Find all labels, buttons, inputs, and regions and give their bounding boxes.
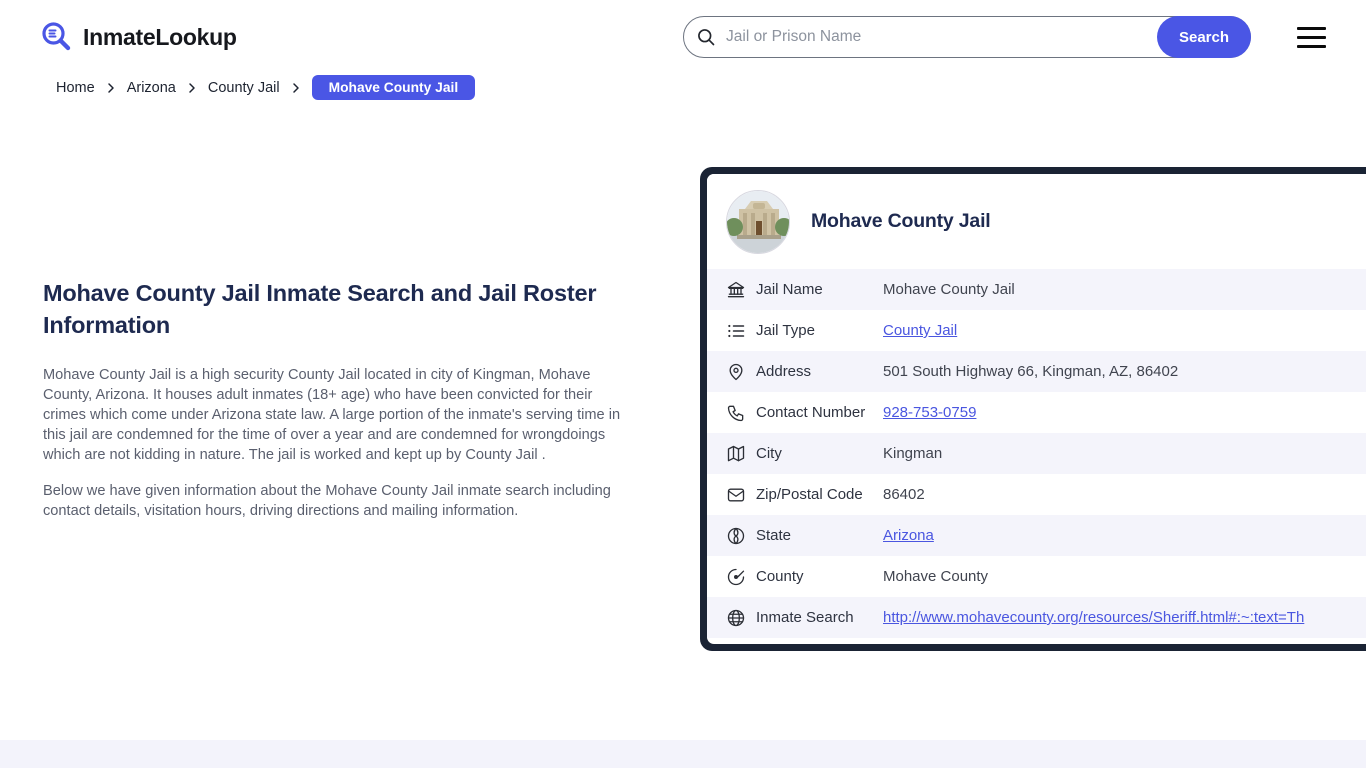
row-label: State bbox=[756, 527, 792, 544]
breadcrumb-home[interactable]: Home bbox=[56, 80, 95, 96]
breadcrumb: Home Arizona County Jail Mohave County J… bbox=[56, 75, 476, 100]
article-paragraph-1: Mohave County Jail is a high security Co… bbox=[43, 367, 621, 463]
row-label: Jail Name bbox=[756, 281, 823, 298]
row-value: Mohave County bbox=[883, 568, 989, 585]
row-label: County bbox=[756, 568, 804, 585]
jail-info-card: Mohave County Jail Jail Name Mohave Coun… bbox=[700, 167, 1366, 651]
row-value[interactable]: Arizona bbox=[883, 527, 934, 544]
map-icon bbox=[726, 444, 746, 464]
jail-card-title: Mohave County Jail bbox=[811, 210, 991, 232]
row-value: 86402 bbox=[883, 486, 925, 503]
jail-photo bbox=[726, 189, 790, 254]
menu-icon[interactable] bbox=[1297, 27, 1326, 48]
article: Mohave County Jail Inmate Search and Jai… bbox=[43, 277, 635, 537]
article-paragraph-2: Below we have given information about th… bbox=[43, 483, 611, 519]
row-value[interactable]: http://www.mohavecounty.org/resources/Sh… bbox=[883, 609, 1304, 626]
search-button[interactable]: Search bbox=[1157, 16, 1251, 58]
row-value: Kingman bbox=[883, 445, 943, 462]
row-label: Address bbox=[756, 363, 812, 380]
row-value: 501 South Highway 66, Kingman, AZ, 86402 bbox=[883, 363, 1179, 380]
table-row: City Kingman bbox=[707, 433, 1366, 474]
table-row: Contact Number 928-753-0759 bbox=[707, 392, 1366, 433]
table-row: Jail Type County Jail bbox=[707, 310, 1366, 351]
chevron-right-icon bbox=[290, 82, 302, 94]
jail-card-header: Mohave County Jail bbox=[707, 174, 1366, 269]
phone-icon bbox=[726, 403, 746, 423]
table-row: Jail Name Mohave County Jail bbox=[707, 269, 1366, 310]
row-label: Contact Number bbox=[756, 404, 866, 421]
chevron-right-icon bbox=[186, 82, 198, 94]
footer-strip bbox=[0, 740, 1366, 768]
row-value[interactable]: 928-753-0759 bbox=[883, 404, 976, 421]
table-row: Inmate Search http://www.mohavecounty.or… bbox=[707, 597, 1366, 638]
breadcrumb-arizona[interactable]: Arizona bbox=[127, 80, 176, 96]
page: InmateLookup Search Home Arizona County … bbox=[0, 0, 1366, 768]
search-bar: Search bbox=[683, 16, 1251, 58]
site-logo[interactable]: InmateLookup bbox=[40, 20, 237, 54]
map-pin-icon bbox=[726, 362, 746, 382]
web-icon bbox=[726, 608, 746, 628]
globe-icon bbox=[726, 526, 746, 546]
table-row: Zip/Postal Code 86402 bbox=[707, 474, 1366, 515]
jail-details-table: Jail Name Mohave County Jail Jail Type C… bbox=[707, 269, 1366, 638]
list-icon bbox=[726, 321, 746, 341]
chevron-right-icon bbox=[105, 82, 117, 94]
row-label: Inmate Search bbox=[756, 609, 854, 626]
logo-text: InmateLookup bbox=[83, 23, 237, 50]
breadcrumb-county-jail[interactable]: County Jail bbox=[208, 80, 280, 96]
bank-icon bbox=[726, 280, 746, 300]
row-label: City bbox=[756, 445, 782, 462]
table-row: County Mohave County bbox=[707, 556, 1366, 597]
row-value[interactable]: County Jail bbox=[883, 322, 957, 339]
breadcrumb-current-badge: Mohave County Jail bbox=[311, 75, 476, 100]
row-label: Jail Type bbox=[756, 322, 815, 339]
magnifier-logo-icon bbox=[42, 22, 71, 51]
table-row: Address 501 South Highway 66, Kingman, A… bbox=[707, 351, 1366, 392]
row-value: Mohave County Jail bbox=[883, 281, 1015, 298]
county-icon bbox=[726, 567, 746, 587]
envelope-icon bbox=[726, 485, 746, 505]
page-title: Mohave County Jail Inmate Search and Jai… bbox=[43, 280, 597, 338]
row-label: Zip/Postal Code bbox=[756, 486, 863, 503]
table-row: State Arizona bbox=[707, 515, 1366, 556]
